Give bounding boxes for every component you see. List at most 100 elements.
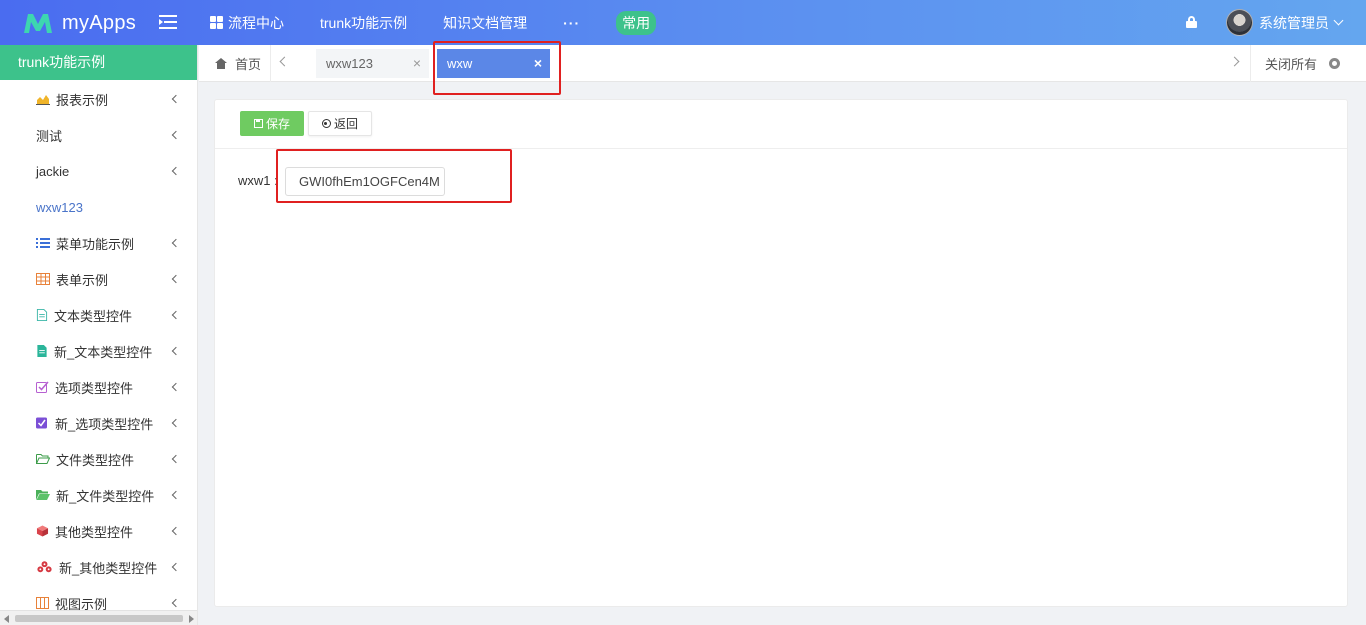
sidebar-item-label: 报表示例 (56, 92, 109, 108)
list-icon (36, 238, 50, 248)
wxw1-input[interactable] (285, 167, 445, 196)
sidebar-item-label: 文件类型控件 (56, 452, 135, 468)
sidebar-item-label: jackie (36, 163, 70, 179)
tab-home-label: 首页 (235, 57, 262, 72)
tab-label: wxw (447, 56, 473, 71)
topnav-item-trunk[interactable]: trunk功能示例 (320, 13, 407, 33)
tab-wxw123[interactable]: wxw123 × (316, 49, 429, 78)
chevron-left-icon (171, 454, 181, 464)
sidebar-item-wxw123[interactable]: wxw123 (0, 189, 197, 225)
back-icon (321, 119, 331, 128)
cubes-icon (37, 561, 52, 573)
sidebar-item-new-other-controls[interactable]: 新_其他类型控件 (0, 549, 197, 585)
sidebar-horizontal-scrollbar[interactable] (0, 610, 197, 625)
sidebar-item-menu-demo[interactable]: 菜单功能示例 (0, 225, 197, 261)
save-button[interactable]: 保存 (240, 111, 304, 136)
table-icon (36, 273, 50, 285)
app-name: myApps (62, 11, 137, 34)
more-menu-button[interactable]: ··· (563, 15, 580, 31)
chevron-left-icon (171, 562, 181, 572)
area-chart-icon (36, 95, 50, 105)
folder-filled-icon (36, 490, 50, 500)
chevron-left-icon (171, 238, 181, 248)
sidebar-item-new-text-controls[interactable]: 新_文本类型控件 (0, 333, 197, 369)
sidebar-item-new-file-controls[interactable]: 新_文件类型控件 (0, 477, 197, 513)
checkbox-icon (36, 381, 49, 393)
close-all-tabs-button[interactable]: 关闭所有 (1250, 45, 1366, 82)
sidebar-item-label: 其他类型控件 (55, 524, 134, 540)
sidebar-item-new-option-controls[interactable]: 新_选项类型控件 (0, 405, 197, 441)
back-button[interactable]: 返回 (308, 111, 372, 136)
chevron-left-icon (171, 166, 181, 176)
checkbox-filled-icon (36, 417, 47, 429)
sidebar-toggle-icon[interactable] (159, 15, 177, 29)
chevron-left-icon (171, 490, 181, 500)
app-logo[interactable]: myApps (22, 9, 136, 37)
wxw1-field-label: wxw1 : (238, 173, 278, 188)
sidebar-item-label: wxw123 (36, 199, 83, 215)
save-icon (253, 119, 263, 128)
chevron-left-icon (171, 274, 181, 284)
chevron-left-icon (171, 382, 181, 392)
sidebar-item-form-demo[interactable]: 表单示例 (0, 261, 197, 297)
sidebar-item-label: 文本类型控件 (54, 308, 133, 324)
topnav-item-label: trunk功能示例 (320, 14, 408, 31)
gear-icon[interactable] (1329, 58, 1341, 69)
logo-m-icon (24, 14, 52, 33)
sidebar-item-label: 表单示例 (56, 272, 109, 288)
top-nav: 流程中心 trunk功能示例 知识文档管理 ··· 常用 (210, 0, 692, 45)
form-panel: 保存 返回 wxw1 : (214, 99, 1348, 607)
tabs-scroll-left-icon[interactable] (279, 56, 290, 67)
scroll-left-icon[interactable] (4, 615, 9, 623)
favorites-badge-button[interactable]: 常用 (616, 10, 657, 35)
topnav-item-label: 流程中心 (228, 14, 284, 31)
close-all-label: 关闭所有 (1265, 57, 1318, 72)
columns-icon (36, 597, 49, 609)
scrollbar-thumb[interactable] (15, 615, 183, 622)
tab-label: wxw123 (326, 56, 373, 71)
close-icon[interactable]: × (413, 55, 421, 71)
file-filled-icon (37, 345, 47, 357)
cube-icon (36, 525, 49, 537)
save-button-label: 保存 (265, 117, 290, 131)
chevron-left-icon (171, 526, 181, 536)
sidebar-item-label: 新_文件类型控件 (56, 488, 155, 504)
scroll-right-icon[interactable] (189, 615, 194, 623)
sidebar-item-jackie[interactable]: jackie (0, 153, 197, 189)
sidebar-item-label: 菜单功能示例 (56, 236, 135, 252)
chevron-left-icon (171, 418, 181, 428)
top-bar: myApps 流程中心 trunk功能示例 知识文档管理 ··· 常用 系统管理… (0, 0, 1366, 45)
close-icon[interactable]: × (534, 55, 542, 71)
sidebar: trunk功能示例 报表示例 测试 jackie wxw123 菜单功能示例 表… (0, 45, 198, 625)
chevron-down-icon (1333, 15, 1344, 26)
sidebar-item-text-controls[interactable]: 文本类型控件 (0, 297, 197, 333)
tab-bar: 首页 wxw123 × wxw × 关闭所有 (199, 45, 1366, 82)
chevron-left-icon (171, 94, 181, 104)
chevron-left-icon (171, 130, 181, 140)
sidebar-item-test[interactable]: 测试 (0, 117, 197, 153)
folder-open-icon (36, 454, 50, 464)
avatar (1226, 9, 1253, 36)
sidebar-item-file-controls[interactable]: 文件类型控件 (0, 441, 197, 477)
sidebar-item-label: 测试 (36, 128, 63, 144)
chevron-left-icon (171, 310, 181, 320)
topnav-item-knowledge[interactable]: 知识文档管理 (443, 13, 527, 33)
lock-icon[interactable] (1186, 16, 1197, 28)
sidebar-item-option-controls[interactable]: 选项类型控件 (0, 369, 197, 405)
user-menu[interactable]: 系统管理员 (1226, 9, 1344, 36)
tab-wxw[interactable]: wxw × (437, 49, 550, 78)
form-toolbar: 保存 返回 (215, 100, 1347, 149)
chevron-left-icon (171, 598, 181, 608)
file-text-icon (36, 309, 48, 321)
home-icon (215, 58, 227, 69)
sidebar-item-other-controls[interactable]: 其他类型控件 (0, 513, 197, 549)
back-button-label: 返回 (333, 117, 358, 131)
tabs-scroll-right-icon[interactable] (1229, 56, 1240, 67)
sidebar-item-report[interactable]: 报表示例 (0, 81, 197, 117)
topnav-item-process-center[interactable]: 流程中心 (210, 13, 284, 33)
user-name: 系统管理员 (1259, 14, 1329, 31)
sidebar-item-label: 新_选项类型控件 (55, 416, 154, 432)
sidebar-item-label: 新_其他类型控件 (59, 560, 158, 576)
sidebar-item-label: 选项类型控件 (55, 380, 134, 396)
tab-home[interactable]: 首页 (199, 45, 271, 82)
